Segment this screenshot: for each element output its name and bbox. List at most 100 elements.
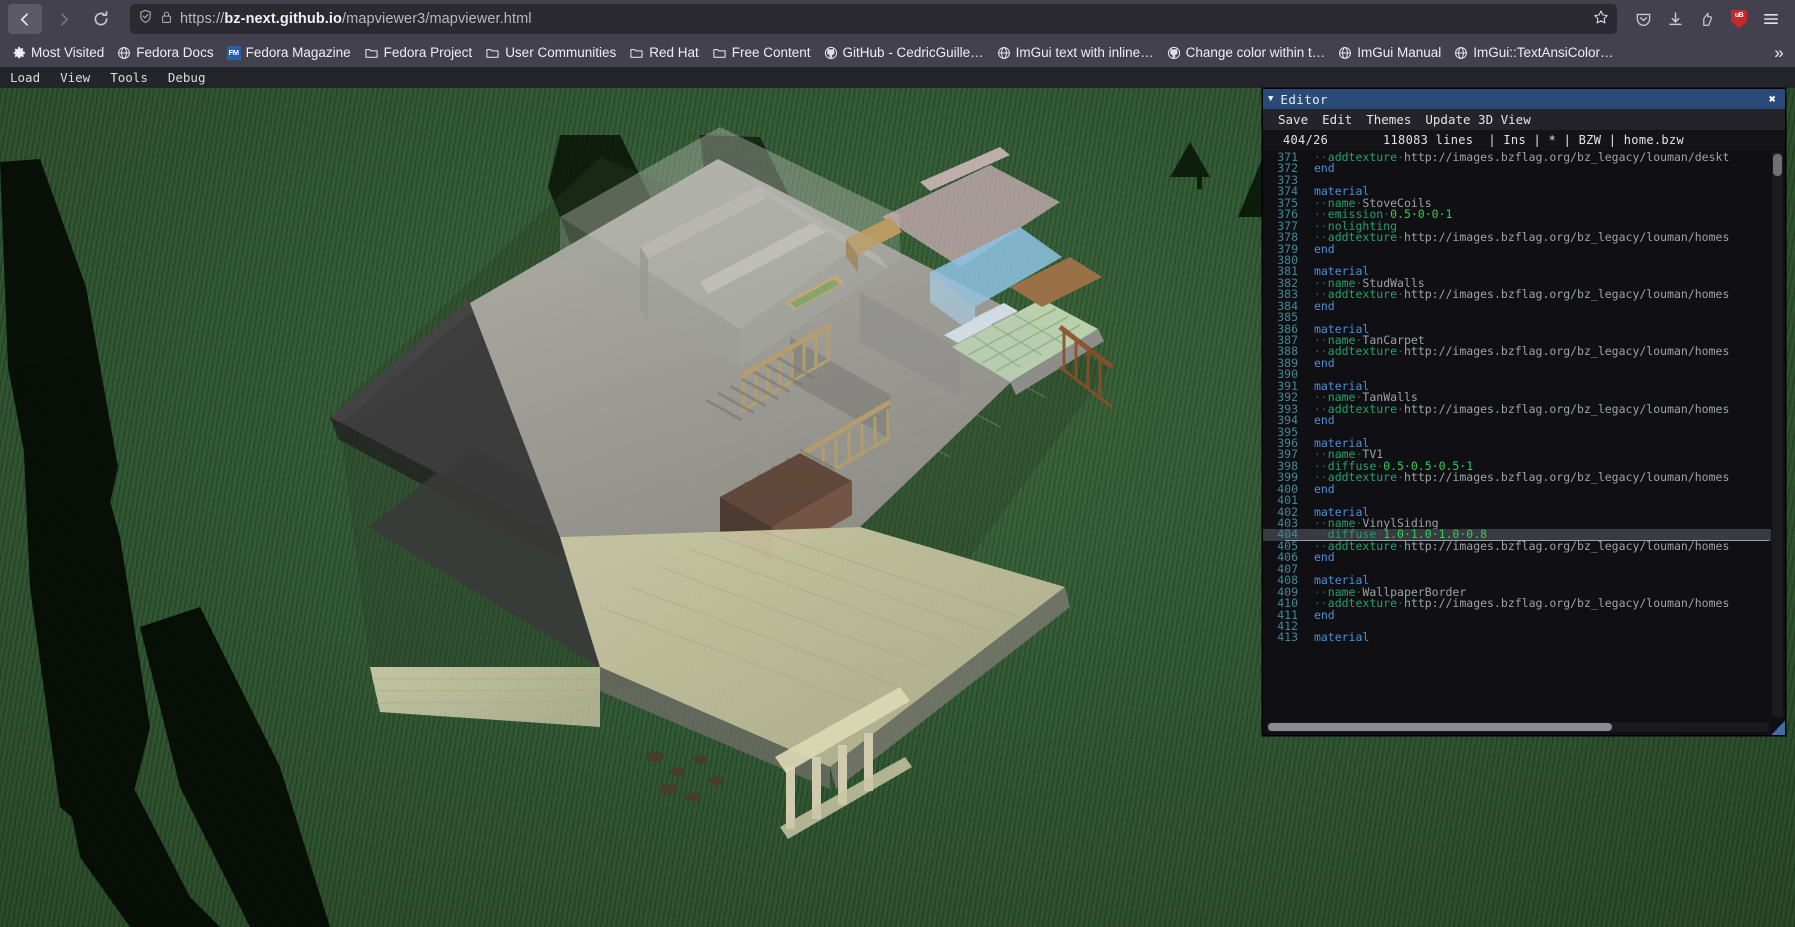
code-line[interactable]: 371 ··addtexture·http://images.bzflag.or… (1263, 150, 1771, 164)
editor-menu-bar: Save Edit Themes Update 3D View (1263, 109, 1785, 130)
line-content: end (1313, 355, 1335, 370)
bookmark-fedora-magazine[interactable]: FM Fedora Magazine (221, 41, 357, 64)
url-text[interactable]: https://bz-next.github.io/mapviewer3/map… (180, 11, 1587, 27)
editor-vertical-scrollbar[interactable] (1772, 152, 1783, 717)
editor-menu-themes[interactable]: Themes (1359, 109, 1418, 130)
browser-navigation-bar: https://bz-next.github.io/mapviewer3/map… (0, 0, 1795, 38)
star-icon[interactable] (1593, 9, 1609, 30)
gear-icon (12, 46, 26, 60)
pocket-icon[interactable] (1627, 4, 1659, 34)
fedora-magazine-icon: FM (226, 45, 241, 60)
line-content: end (1313, 161, 1335, 176)
folder-icon (629, 46, 644, 60)
globe-icon (1338, 46, 1352, 60)
shield-icon[interactable] (138, 9, 153, 29)
line-content: end (1313, 481, 1335, 496)
bookmark-label: Red Hat (649, 45, 699, 60)
bookmark-label: GitHub - CedricGuille… (842, 45, 984, 60)
reload-icon (94, 10, 108, 26)
code-line[interactable]: 406 end (1263, 551, 1771, 563)
menu-item-tools[interactable]: Tools (100, 67, 158, 88)
bookmark-github-cedricguille[interactable]: GitHub - CedricGuille… (818, 41, 990, 64)
bookmarks-overflow-button[interactable]: » (1767, 41, 1791, 64)
globe-icon (117, 46, 131, 60)
bookmark-imgui-text-inline[interactable]: ImGui text with inline… (991, 41, 1160, 64)
code-line[interactable]: 378 ··addtexture·http://images.bzflag.or… (1263, 230, 1771, 245)
line-number: 413 (1277, 630, 1298, 645)
bookmark-free-content[interactable]: Free Content (706, 41, 817, 64)
line-content: ··addtexture·http://images.bzflag.org/bz… (1307, 538, 1730, 553)
bookmark-imgui-manual[interactable]: ImGui Manual (1332, 41, 1447, 64)
lock-icon[interactable] (160, 10, 173, 29)
code-line[interactable]: 410 ··addtexture·http://images.bzflag.or… (1263, 596, 1771, 611)
line-content: end (1313, 413, 1335, 428)
triangle-down-icon[interactable]: ▼ (1268, 94, 1273, 104)
close-icon[interactable]: ✖ (1765, 92, 1780, 106)
github-icon (824, 46, 838, 60)
globe-icon (997, 46, 1011, 60)
account-icon[interactable] (1691, 4, 1723, 34)
bookmark-most-visited[interactable]: Most Visited (6, 41, 110, 64)
bookmark-fedora-docs[interactable]: Fedora Docs (111, 41, 219, 64)
bookmark-label: ImGui Manual (1357, 45, 1442, 60)
arrow-right-icon (60, 12, 68, 26)
code-line[interactable]: 379 end (1263, 243, 1771, 255)
editor-menu-save[interactable]: Save (1271, 109, 1315, 130)
downloads-icon[interactable] (1659, 4, 1691, 34)
code-line[interactable]: 411 end (1263, 609, 1771, 621)
bookmark-label: Most Visited (31, 45, 105, 60)
reload-button[interactable] (84, 4, 118, 34)
globe-icon (1454, 46, 1468, 60)
back-button[interactable] (8, 4, 42, 34)
bookmark-user-communities[interactable]: User Communities (479, 41, 622, 64)
bookmark-red-hat[interactable]: Red Hat (623, 41, 705, 64)
code-line[interactable]: 394 end (1263, 413, 1771, 428)
editor-menu-edit[interactable]: Edit (1315, 109, 1359, 130)
menu-item-debug[interactable]: Debug (158, 67, 216, 88)
bookmark-label: Fedora Docs (136, 45, 214, 60)
code-line[interactable]: 389 end (1263, 355, 1771, 370)
code-line[interactable]: 383 ··addtexture·http://images.bzflag.or… (1263, 288, 1771, 300)
code-line[interactable]: 384 end (1263, 300, 1771, 312)
editor-menu-update-3d-view[interactable]: Update 3D View (1418, 109, 1537, 130)
menu-item-view[interactable]: View (50, 67, 100, 88)
code-line[interactable]: 405 ··addtexture·http://images.bzflag.or… (1263, 538, 1771, 553)
arrow-left-icon (20, 12, 28, 26)
code-line[interactable]: 399 ··addtexture·http://images.bzflag.or… (1263, 470, 1771, 485)
line-content: ··addtexture·http://images.bzflag.org/bz… (1307, 596, 1730, 611)
code-line[interactable]: 400 end (1263, 481, 1771, 496)
status-details: 118083 lines | Ins | * | BZW | home.bzw (1383, 133, 1684, 147)
url-path: /mapviewer3/mapviewer.html (342, 11, 532, 27)
menu-icon[interactable] (1755, 4, 1787, 34)
editor-title-bar[interactable]: ▼ Editor ✖ (1263, 89, 1785, 109)
folder-icon (712, 46, 727, 60)
bookmarks-bar: Most Visited Fedora Docs FM Fedora Magaz… (0, 38, 1795, 67)
line-content: ··addtexture·http://images.bzflag.org/bz… (1307, 230, 1730, 245)
editor-horizontal-scrollbar[interactable] (1267, 722, 1769, 732)
horizontal-scroll-thumb[interactable] (1268, 723, 1612, 731)
address-bar[interactable]: https://bz-next.github.io/mapviewer3/map… (130, 4, 1617, 34)
code-line[interactable]: 388 ··addtexture·http://images.bzflag.or… (1263, 345, 1771, 357)
line-content: ··addtexture·http://images.bzflag.org/bz… (1307, 401, 1730, 416)
bookmark-label: ImGui text with inline… (1015, 45, 1154, 60)
line-content: ··addtexture·http://images.bzflag.org/bz… (1307, 150, 1730, 164)
code-line[interactable]: 393 ··addtexture·http://images.bzflag.or… (1263, 401, 1771, 416)
map-viewer-3d-canvas[interactable]: Load View Tools Debug ▼ Editor ✖ Save Ed… (0, 67, 1795, 927)
code-line[interactable]: 372 end (1263, 161, 1771, 176)
line-content: ··addtexture·http://images.bzflag.org/bz… (1307, 470, 1730, 485)
editor-status-bar: 404/26 118083 lines | Ins | * | BZW | ho… (1263, 130, 1785, 150)
vertical-scroll-thumb[interactable] (1773, 154, 1782, 176)
bookmark-change-color-within[interactable]: Change color within t… (1161, 41, 1332, 64)
editor-resize-grip[interactable] (1771, 721, 1785, 735)
editor-window[interactable]: ▼ Editor ✖ Save Edit Themes Update 3D Vi… (1262, 88, 1786, 736)
bookmark-label: ImGui::TextAnsiColor… (1473, 45, 1614, 60)
forward-button[interactable] (46, 4, 80, 34)
menu-item-load[interactable]: Load (0, 67, 50, 88)
code-line[interactable]: 413 material (1263, 630, 1771, 645)
bookmark-imgui-textansicolor[interactable]: ImGui::TextAnsiColor… (1448, 41, 1619, 64)
bookmark-fedora-project[interactable]: Fedora Project (358, 41, 479, 64)
editor-title: Editor (1280, 91, 1328, 107)
ublock-origin-icon[interactable]: uB (1723, 4, 1755, 34)
code-lines[interactable]: 371 ··addtexture·http://images.bzflag.or… (1263, 150, 1771, 735)
editor-text-area[interactable]: 371 ··addtexture·http://images.bzflag.or… (1263, 150, 1785, 735)
